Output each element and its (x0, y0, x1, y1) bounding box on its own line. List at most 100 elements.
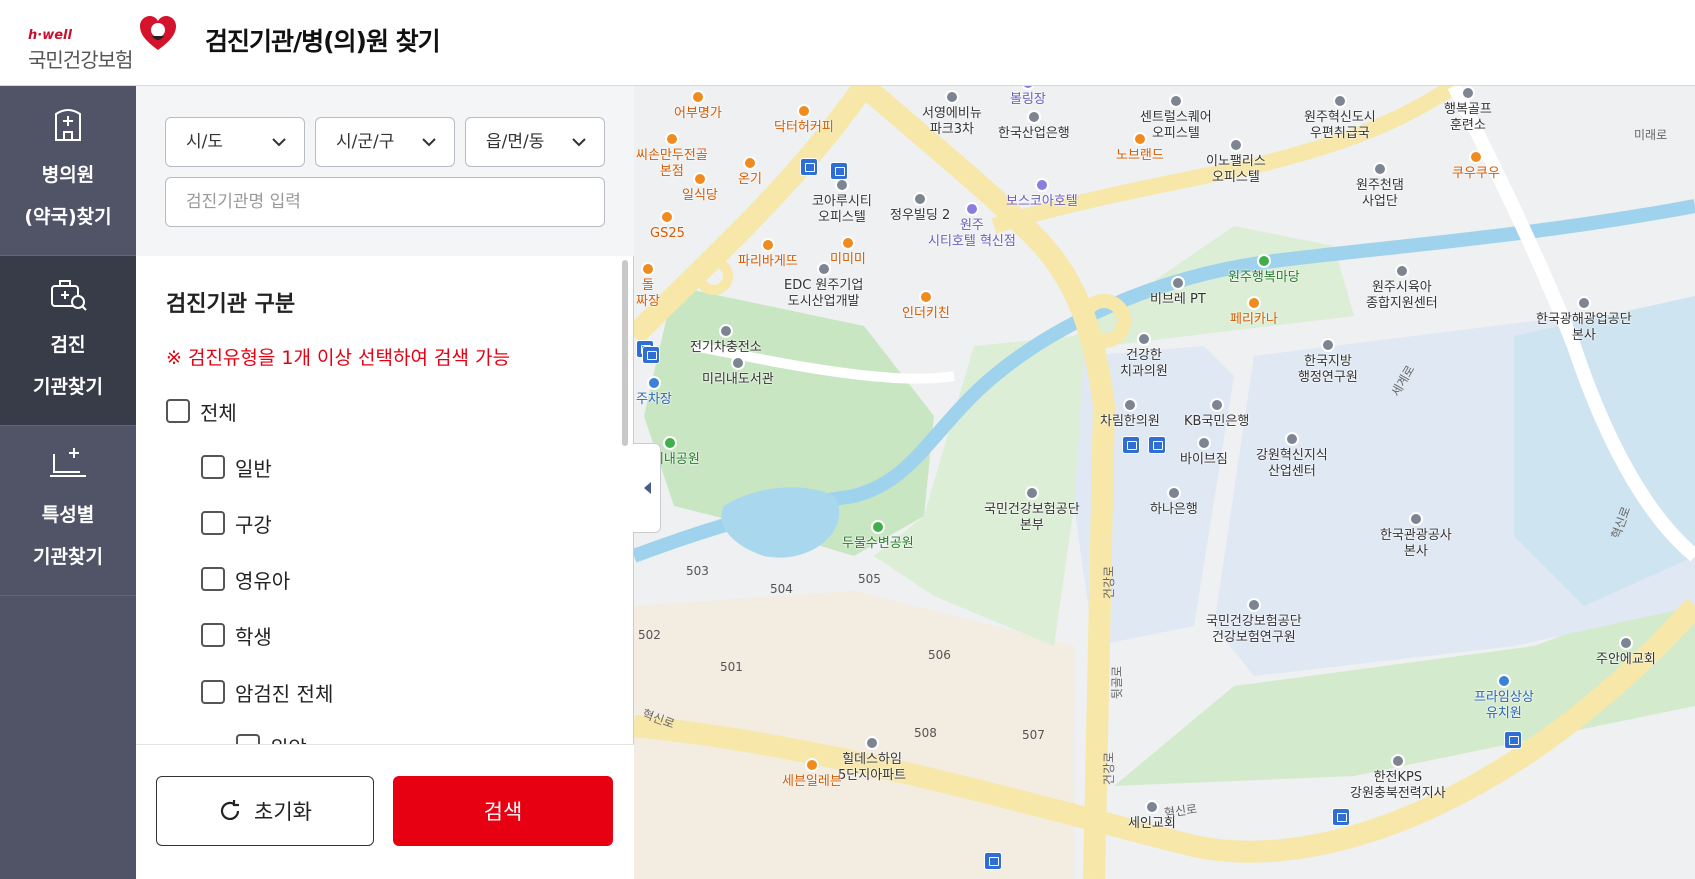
panel-collapse-toggle[interactable] (633, 443, 661, 533)
checkbox-box[interactable] (201, 623, 225, 647)
nav-item-specialty[interactable]: 특성별 기관찾기 (0, 426, 136, 596)
map-poi[interactable]: GS25 (650, 210, 685, 242)
map-poi[interactable]: EDC 원주기업 도시산업개발 (784, 262, 863, 310)
checkbox-dental[interactable]: 구강 (201, 508, 272, 538)
map-poi[interactable]: 원주시육아 종합지원센터 (1366, 264, 1438, 312)
sido-select-value: 시/도 (186, 132, 224, 152)
map-poi[interactable]: 보스코아호텔 (1006, 178, 1078, 210)
map-poi[interactable]: 원주 시티호텔 혁신점 (928, 202, 1016, 250)
map-poi[interactable]: 원주천댐 사업단 (1356, 162, 1404, 210)
map-poi[interactable]: 비브레 PT (1150, 276, 1206, 308)
checkbox-box[interactable] (201, 567, 225, 591)
map-poi[interactable]: 힐데스하임 5단지아파트 (838, 736, 906, 784)
map-poi[interactable]: 한전KPS 강원충북전력지사 (1350, 754, 1446, 802)
bus-stop-icon[interactable] (642, 346, 660, 364)
map-poi[interactable]: 닥터허커피 (774, 104, 834, 136)
map-poi[interactable]: 한국관광공사 본사 (1380, 512, 1452, 560)
map-poi[interactable]: 두물수변공원 (842, 520, 914, 552)
checkbox-label: 일반 (235, 456, 272, 481)
map-poi[interactable]: 원주혁신도시 우편취급국 (1304, 94, 1376, 142)
bus-stop-icon[interactable] (1504, 731, 1522, 749)
map-poi[interactable]: 행복골프 훈련소 (1444, 86, 1492, 134)
nav-item-hospital[interactable]: 병의원 (약국)찾기 (0, 86, 136, 256)
map-poi[interactable]: 건강한 치과의원 (1120, 332, 1168, 380)
map-poi[interactable]: 서영에비뉴 파크3차 (922, 90, 982, 138)
map-poi-label: 전기차충전소 (690, 340, 762, 355)
map-poi[interactable]: 미리내도서관 (702, 356, 774, 388)
map-poi[interactable]: 인더키친 (902, 290, 950, 322)
institution-name-input[interactable] (165, 177, 605, 227)
map-poi[interactable]: 세븐일레븐 (782, 758, 842, 790)
checkbox-infant[interactable]: 영유아 (201, 564, 290, 594)
map-poi[interactable]: 볼링장 (1010, 86, 1046, 108)
sido-select[interactable]: 시/도 (165, 117, 305, 167)
list-scrollbar[interactable] (622, 256, 628, 744)
ev-charger-icon (718, 324, 733, 338)
map-poi[interactable]: 주차장 (636, 376, 672, 408)
checkbox-label: 구강 (235, 512, 272, 537)
checkbox-box[interactable] (166, 399, 190, 423)
checkbox-general[interactable]: 일반 (201, 452, 272, 482)
map-poi[interactable]: 쿠우쿠우 (1452, 150, 1500, 182)
checkbox-student[interactable]: 학생 (201, 620, 272, 650)
map-poi[interactable]: 돌 짜장 (636, 262, 660, 310)
map-poi[interactable]: 코아루시티 오피스텔 (812, 178, 872, 226)
checkbox-box[interactable] (201, 680, 225, 704)
map-poi[interactable]: 노브랜드 (1116, 132, 1164, 164)
map-poi-label: 세븐일레븐 (782, 774, 842, 789)
map-poi[interactable]: 일식당 (682, 172, 718, 204)
bus-stop-icon[interactable] (1122, 436, 1140, 454)
map-poi-label: 보스코아호텔 (1006, 194, 1078, 209)
checkbox-box[interactable] (201, 455, 225, 479)
park-icon (1256, 254, 1271, 268)
restaurant-icon (664, 132, 679, 146)
sigungu-select[interactable]: 시/군/구 (315, 117, 455, 167)
bus-stop-icon[interactable] (1148, 436, 1166, 454)
map-poi[interactable]: 하나은행 (1150, 486, 1198, 518)
road-label: 뒷골로 (1110, 665, 1125, 700)
building-icon (1372, 162, 1387, 176)
building-number: 501 (720, 660, 743, 674)
map-view[interactable]: 어부명가 닥터허커피 씨손만두전골 본점 온기 일식당 GS25 돌 짜장 서영… (634, 86, 1695, 879)
bus-stop-icon[interactable] (800, 158, 818, 176)
map-poi[interactable]: 전기차충전소 (690, 324, 762, 356)
map-poi[interactable]: 차림한의원 (1100, 398, 1160, 430)
map-poi[interactable]: 국민건강보험공단 건강보험연구원 (1206, 598, 1302, 646)
checkbox-all[interactable]: 전체 (166, 396, 237, 426)
map-poi[interactable]: 한국지방 행정연구원 (1298, 338, 1358, 386)
checkbox-box[interactable] (201, 511, 225, 535)
map-poi[interactable]: 온기 (738, 156, 762, 188)
map-poi[interactable]: 이노팰리스 오피스텔 (1206, 138, 1266, 186)
checkbox-cancer-all[interactable]: 암검진 전체 (201, 677, 333, 707)
map-poi-label: 코아루시티 오피스텔 (812, 194, 872, 225)
map-poi[interactable]: KB국민은행 (1184, 398, 1249, 430)
map-poi[interactable]: 바이브짐 (1180, 436, 1228, 468)
reset-button[interactable]: 초기화 (156, 776, 374, 846)
bus-stop-icon[interactable] (1332, 808, 1350, 826)
nav-item-checkup[interactable]: 검진 기관찾기 (0, 256, 136, 426)
park-icon (662, 436, 677, 450)
refresh-icon (220, 800, 240, 820)
map-poi[interactable]: 어부명가 (674, 90, 722, 122)
cafe-icon (796, 104, 811, 118)
map-poi[interactable]: 원주행복마당 (1228, 254, 1300, 286)
map-poi[interactable]: 프라임상상 유치원 (1474, 674, 1534, 722)
bus-stop-icon[interactable] (830, 162, 848, 180)
search-button[interactable]: 검색 (393, 776, 613, 846)
map-poi-label: 하나은행 (1150, 502, 1198, 517)
map-poi[interactable]: 한국광해광업공단 본사 (1536, 296, 1632, 344)
nhis-logo[interactable]: h·well 국민건강보험 (28, 14, 178, 74)
map-poi[interactable]: 국민건강보험공단 본부 (984, 486, 1080, 534)
bus-stop-icon[interactable] (984, 852, 1002, 870)
scrollbar-thumb[interactable] (622, 260, 628, 446)
checkbox-box[interactable] (236, 734, 260, 744)
map-poi[interactable]: 한국산업은행 (998, 110, 1070, 142)
checkbox-label: 전체 (200, 400, 237, 425)
convenience-store-icon (804, 758, 819, 772)
map-poi[interactable]: 페리카나 (1230, 296, 1278, 328)
eupmyeondong-select[interactable]: 읍/면/동 (465, 117, 605, 167)
map-poi[interactable]: 강원혁신지식 산업센터 (1256, 432, 1328, 480)
checkbox-stomach-cancer[interactable]: 위암 (236, 731, 307, 744)
map-poi[interactable]: 주안에교회 (1596, 636, 1656, 668)
side-navigation: 병의원 (약국)찾기 검진 기관찾기 특성별 기관찾기 (0, 86, 136, 879)
